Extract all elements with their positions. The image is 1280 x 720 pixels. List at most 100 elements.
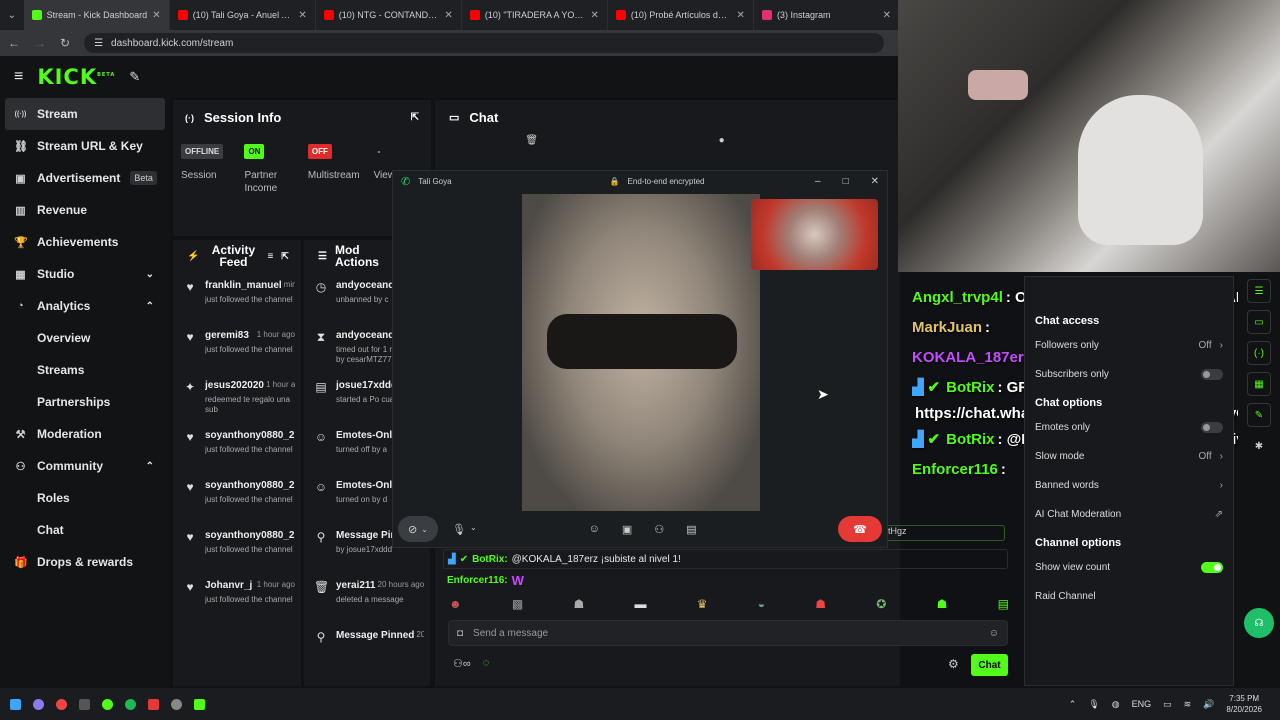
setting-slow-mode[interactable]: Slow mode Off › xyxy=(1025,442,1233,471)
self-video[interactable] xyxy=(751,199,878,270)
status-chip[interactable]: OFFLINE xyxy=(181,144,224,159)
browser-tab[interactable]: (10) Probé Artículos de Cada Pa ✕ xyxy=(608,0,754,30)
sidebar-item-revenue[interactable]: ▥ Revenue xyxy=(0,194,170,226)
toggle-switch[interactable] xyxy=(1201,422,1223,433)
feed-user[interactable]: andyoceand xyxy=(336,280,394,291)
add-person-icon[interactable]: ⚇ xyxy=(654,523,664,536)
browser-tab[interactable]: Stream - Kick Dashboard ✕ xyxy=(23,0,170,30)
sidebar-item-analytics[interactable]: ◔ Analytics ⌃ xyxy=(0,290,170,322)
setting-followers-only[interactable]: Followers only Off › xyxy=(1025,331,1233,360)
sidebar-item-community[interactable]: ⚇ Community ⌃ xyxy=(0,450,170,482)
tab-close-icon[interactable]: ✕ xyxy=(590,10,598,21)
feed-user[interactable]: Emotes-Only xyxy=(336,430,398,441)
feed-user[interactable]: geremi83 xyxy=(205,330,249,341)
tray-up-icon[interactable]: ⌃ xyxy=(1069,699,1077,710)
sidebar-item-moderation[interactable]: ⚒ Moderation xyxy=(0,418,170,450)
feed-user[interactable]: andyoceand xyxy=(336,330,394,341)
status-chip[interactable]: - xyxy=(374,144,385,159)
volume-icon[interactable]: 🔊 xyxy=(1203,699,1214,710)
refresh-icon[interactable]: ◌ xyxy=(483,657,490,670)
site-info-icon[interactable]: ☰ xyxy=(94,38,103,49)
trash-icon[interactable]: 🗑 xyxy=(525,135,538,146)
broadcast-icon[interactable]: (·) xyxy=(1247,341,1271,365)
toggle-switch[interactable] xyxy=(1201,562,1223,573)
sidebar-item-chat[interactable]: Chat xyxy=(0,514,170,546)
browser-tab[interactable]: (10) NTG - CONTANDO (Visuali ✕ xyxy=(316,0,462,30)
reload-icon[interactable]: ↻ xyxy=(60,36,70,50)
sidebar-item-roles[interactable]: Roles xyxy=(0,482,170,514)
close-icon[interactable]: ✕ xyxy=(871,176,879,187)
chevron-icon[interactable]: ⌃ xyxy=(146,461,154,472)
display-icon[interactable]: ▭ xyxy=(1163,699,1172,710)
emote-icon[interactable]: ◒ xyxy=(758,597,765,611)
tool-icon[interactable]: ✎ xyxy=(1247,403,1271,427)
screen-share-icon[interactable]: ▣ xyxy=(622,523,632,536)
clock-time[interactable]: 7:35 PM xyxy=(1226,693,1262,704)
emote-icon[interactable]: ▤ xyxy=(998,597,1009,611)
feed-user[interactable]: soyanthony0880_2 xyxy=(205,480,295,491)
app-icon[interactable] xyxy=(171,698,182,710)
browser-tab[interactable]: (10) Tali Goya - Anuel AAA (Tira ✕ xyxy=(170,0,316,30)
mic-tray-icon[interactable]: 🎙 xyxy=(1088,699,1099,710)
setting-banned-words[interactable]: Banned words › xyxy=(1025,471,1233,500)
emote-icon[interactable]: ☻ xyxy=(449,597,462,611)
feed-user[interactable]: jesus202020 xyxy=(205,380,264,391)
chat-input[interactable]: ◘ Send a message ☺ xyxy=(448,620,1008,646)
forward-icon[interactable]: → xyxy=(34,36,46,50)
sidebar-item-overview[interactable]: Overview xyxy=(0,322,170,354)
menu-icon[interactable]: ≡ xyxy=(14,68,23,86)
external-link-icon[interactable]: ⇗ xyxy=(1215,509,1223,520)
emote-icon[interactable]: ✪ xyxy=(876,597,886,611)
settings-gear-icon[interactable]: ⚙ xyxy=(948,657,959,671)
setting-subscribers-only[interactable]: Subscribers only xyxy=(1025,360,1233,389)
kick-taskbar-icon[interactable] xyxy=(194,698,205,710)
tab-close-icon[interactable]: ✕ xyxy=(152,10,160,21)
emote-icon[interactable]: ☗ xyxy=(937,597,948,611)
feed-user[interactable]: yerai211 xyxy=(336,580,376,591)
browser-tab[interactable]: (10) "TIRADERA A YOVNCHIMI ✕ xyxy=(462,0,608,30)
clock-date[interactable]: 8/20/2026 xyxy=(1226,704,1262,715)
app-icon[interactable] xyxy=(102,698,113,710)
feed-user[interactable]: franklin_manuel xyxy=(205,280,282,291)
setting-show-view-count[interactable]: Show view count xyxy=(1025,553,1233,582)
setting-emotes-only[interactable]: Emotes only xyxy=(1025,413,1233,442)
tab-close-icon[interactable]: ✕ xyxy=(444,10,452,21)
grid-icon[interactable]: ▦ xyxy=(1247,372,1271,396)
camera-off-button[interactable]: ⊘ ⌄ xyxy=(398,516,438,542)
chat-bubble-icon[interactable]: ● xyxy=(719,135,725,146)
setting-raid-channel[interactable]: Raid Channel xyxy=(1025,582,1233,611)
emote-icon[interactable]: ▬ xyxy=(635,597,647,611)
emote-icon[interactable]: ☗ xyxy=(573,597,584,611)
emote-icon[interactable]: ▩ xyxy=(512,597,523,611)
feed-user[interactable]: Message Pinned xyxy=(336,630,414,641)
app-icon[interactable] xyxy=(79,698,90,710)
start-icon[interactable] xyxy=(10,698,21,710)
minimize-icon[interactable]: – xyxy=(815,176,821,187)
tab-close-icon[interactable]: ✕ xyxy=(298,10,306,21)
spotify-icon[interactable] xyxy=(125,698,136,710)
maximize-icon[interactable]: □ xyxy=(843,176,849,187)
captions-icon[interactable]: ▤ xyxy=(686,523,696,536)
list-icon[interactable]: ☰ xyxy=(1247,279,1271,303)
settings-icon[interactable]: ✱ xyxy=(1247,434,1271,458)
chevron-icon[interactable]: ⌄ xyxy=(146,269,154,280)
sidebar-item-stream-url-key[interactable]: ⛓ Stream URL & Key xyxy=(0,130,170,162)
chevron-right-icon[interactable]: › xyxy=(1220,451,1223,462)
sidebar-item-drops-rewards[interactable]: 🎁 Drops & rewards xyxy=(0,546,170,578)
emoji-icon[interactable]: ☺ xyxy=(989,628,999,639)
send-chat-button[interactable]: Chat xyxy=(971,654,1008,676)
sidebar-item-partnerships[interactable]: Partnerships xyxy=(0,386,170,418)
feed-user[interactable]: Johanvr_j xyxy=(205,580,252,591)
chrome-icon[interactable] xyxy=(56,698,67,710)
support-icon[interactable]: ☊ xyxy=(1244,608,1274,638)
feed-user[interactable]: Emotes-Only xyxy=(336,480,398,491)
sidebar-item-advertisement[interactable]: ▣ Advertisement Beta xyxy=(0,162,170,194)
emote-icon[interactable]: ♛ xyxy=(697,597,708,611)
app-icon[interactable] xyxy=(33,698,44,710)
emote-icon[interactable]: ☗ xyxy=(815,597,826,611)
chevron-right-icon[interactable]: › xyxy=(1220,480,1223,491)
status-chip[interactable]: ON xyxy=(244,144,265,159)
sidebar-item-achievements[interactable]: 🏆 Achievements xyxy=(0,226,170,258)
users-icon[interactable]: ⚇∞ xyxy=(453,657,471,670)
language-indicator[interactable]: ENG xyxy=(1132,699,1152,709)
